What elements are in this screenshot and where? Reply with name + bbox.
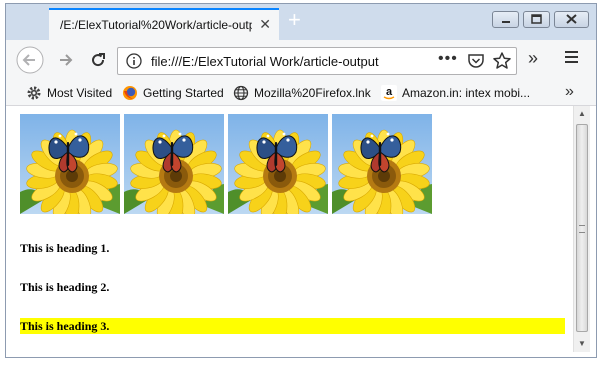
- bookmark-getting-started[interactable]: Getting Started: [122, 84, 224, 102]
- gear-icon: [27, 86, 41, 100]
- title-bar: /E:/ElexTutorial%20Work/article-output ✕…: [6, 4, 596, 41]
- new-tab-button[interactable]: +: [288, 9, 301, 31]
- back-arrow-icon: [16, 46, 44, 74]
- bookmark-mozilla-firefox[interactable]: Mozilla%20Firefox.lnk: [233, 84, 371, 102]
- hamburger-menu-icon[interactable]: [563, 49, 581, 70]
- bookmark-label: Most Visited: [47, 86, 113, 100]
- bookmark-amazon[interactable]: a Amazon.in: intex mobi...: [381, 84, 530, 102]
- heading-1: This is heading 1.: [20, 241, 110, 255]
- butterfly-on-sunflower-image: [124, 114, 224, 214]
- bookmark-label: Mozilla%20Firefox.lnk: [254, 86, 371, 100]
- maximize-button[interactable]: [523, 11, 550, 28]
- scroll-down-arrow-icon[interactable]: ▼: [574, 336, 590, 352]
- tab-close-icon[interactable]: ✕: [259, 16, 271, 33]
- bookmark-star-icon[interactable]: [492, 51, 512, 76]
- nav-toolbar: file:///E:/ElexTutorial Work/article-out…: [6, 40, 596, 80]
- butterfly-on-sunflower-image: [228, 114, 328, 214]
- bookmarks-toolbar: Most Visited Getting Started Mozilla%20F…: [6, 80, 596, 106]
- reload-icon: [92, 53, 105, 67]
- vertical-scrollbar[interactable]: ▲ ▼: [573, 106, 590, 352]
- tab-title: /E:/ElexTutorial%20Work/article-output: [60, 18, 252, 32]
- bookmarks-overflow-icon[interactable]: »: [565, 83, 574, 101]
- close-icon: [566, 14, 577, 24]
- back-button[interactable]: [16, 46, 44, 74]
- heading-2: This is heading 2.: [20, 280, 110, 294]
- svg-text:a: a: [386, 86, 393, 98]
- image-row: [20, 114, 432, 214]
- maximize-icon: [531, 14, 542, 24]
- butterfly-on-sunflower-image: [332, 114, 432, 214]
- active-tab[interactable]: /E:/ElexTutorial%20Work/article-output ✕: [49, 8, 279, 41]
- bookmark-label: Getting Started: [143, 86, 224, 100]
- scroll-up-arrow-icon[interactable]: ▲: [574, 106, 590, 122]
- info-icon[interactable]: [126, 53, 142, 74]
- page-actions-icon[interactable]: •••: [438, 50, 458, 68]
- amazon-icon: a: [381, 85, 397, 101]
- butterfly-on-sunflower-image: [20, 114, 120, 214]
- browser-window: /E:/ElexTutorial%20Work/article-output ✕…: [5, 3, 597, 358]
- globe-icon: [233, 85, 249, 101]
- firefox-icon: [123, 86, 137, 100]
- bookmark-label: Amazon.in: intex mobi...: [402, 86, 531, 100]
- pocket-icon[interactable]: [467, 53, 485, 74]
- minimize-button[interactable]: [492, 11, 519, 28]
- reload-button[interactable]: [84, 46, 112, 74]
- scroll-thumb[interactable]: [576, 124, 588, 332]
- forward-button[interactable]: [52, 46, 80, 74]
- page-content: This is heading 1. This is heading 2. Th…: [6, 106, 573, 352]
- toolbar-overflow-icon[interactable]: »: [528, 48, 538, 69]
- minimize-icon: [502, 21, 510, 23]
- bookmark-most-visited[interactable]: Most Visited: [26, 84, 112, 102]
- address-bar[interactable]: file:///E:/ElexTutorial Work/article-out…: [117, 47, 517, 75]
- close-window-button[interactable]: [554, 11, 589, 28]
- forward-arrow-icon: [60, 54, 73, 66]
- heading-3-highlighted: This is heading 3.: [20, 318, 565, 334]
- url-text[interactable]: file:///E:/ElexTutorial Work/article-out…: [151, 54, 413, 69]
